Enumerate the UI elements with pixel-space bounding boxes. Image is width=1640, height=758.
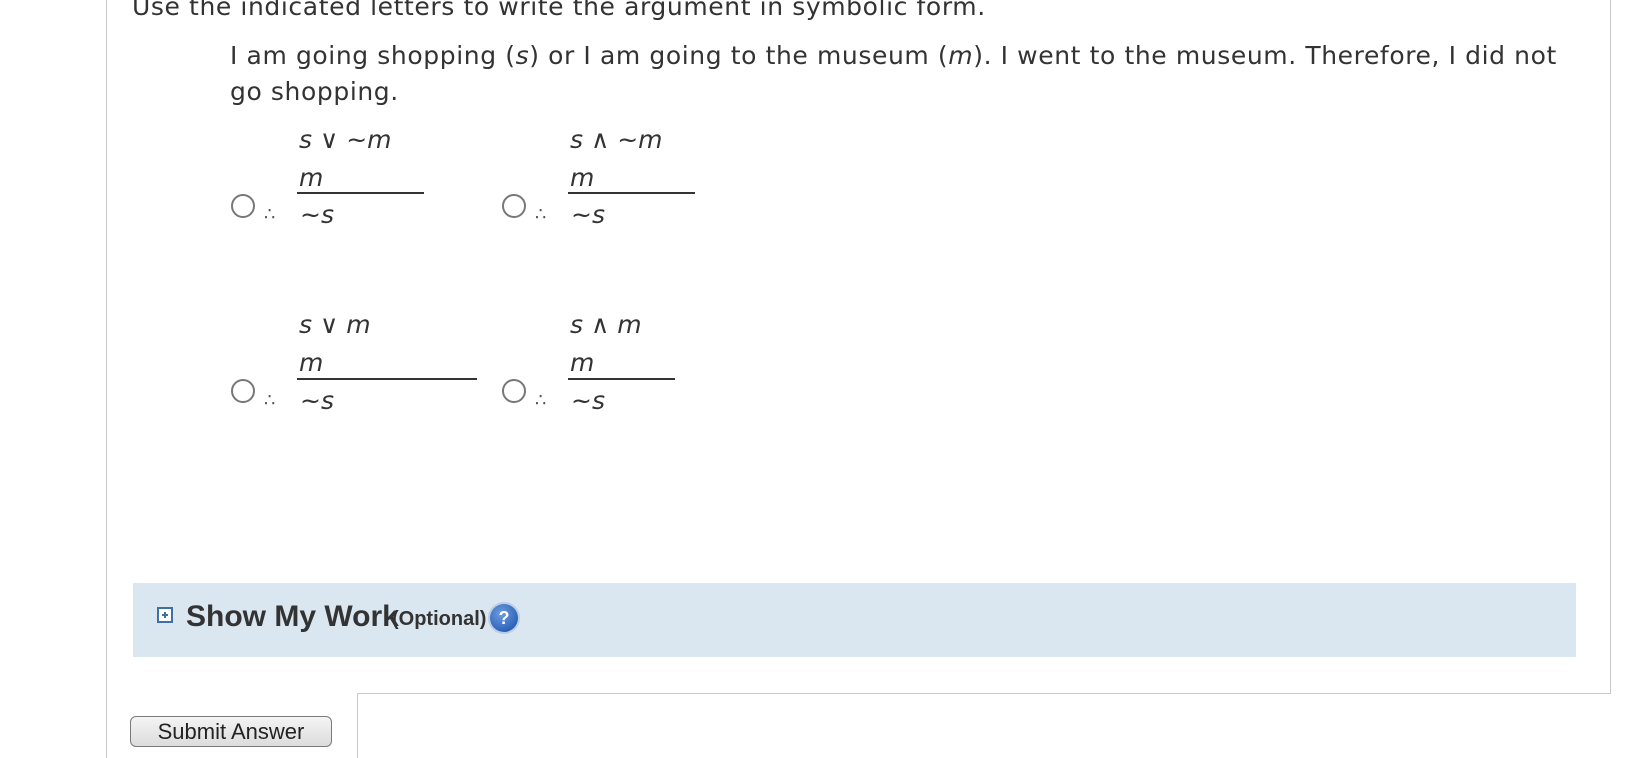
question-prompt: I am going shopping (s) or I am going to… — [230, 38, 1590, 110]
conclusion: ~s — [571, 200, 605, 229]
variable-m: m — [948, 41, 974, 70]
conclusion: ~s — [300, 200, 334, 229]
therefore-symbol: ∴ — [264, 204, 276, 225]
panel-border-bottom — [357, 693, 1611, 694]
optional-label: (Optional) — [392, 608, 487, 630]
premise-1: s ∧ ~m — [570, 125, 663, 154]
premise-2: m — [570, 348, 595, 377]
prompt-part-2: ) or I am going to the museum ( — [529, 41, 949, 70]
premise-1: s ∧ m — [570, 310, 642, 339]
panel-border-corner — [357, 693, 358, 758]
premise-2: m — [570, 163, 595, 192]
conclusion: ~s — [300, 386, 334, 415]
radio-option-b[interactable] — [502, 194, 526, 218]
radio-option-d[interactable] — [502, 379, 526, 403]
panel-border-left — [106, 0, 107, 758]
argument-rule — [297, 378, 477, 380]
prompt-part-1: I am going shopping ( — [230, 41, 516, 70]
conclusion: ~s — [571, 386, 605, 415]
assignment-page: Use the indicated letters to write the a… — [0, 0, 1640, 758]
show-my-work-title[interactable]: Show My Work — [186, 600, 399, 634]
radio-option-a[interactable] — [231, 194, 255, 218]
premise-1: s ∨ m — [299, 310, 371, 339]
therefore-symbol: ∴ — [535, 204, 547, 225]
panel-border-right — [1610, 0, 1611, 694]
therefore-symbol: ∴ — [264, 390, 276, 411]
submit-answer-button[interactable]: Submit Answer — [130, 716, 332, 747]
argument-rule — [568, 378, 675, 380]
premise-2: m — [299, 348, 324, 377]
therefore-symbol: ∴ — [535, 390, 547, 411]
plus-box-icon[interactable] — [157, 607, 173, 623]
question-instruction: Use the indicated letters to write the a… — [132, 0, 986, 21]
premise-2: m — [299, 163, 324, 192]
argument-rule — [568, 192, 695, 194]
premise-1: s ∨ ~m — [299, 125, 392, 154]
variable-s: s — [515, 41, 530, 70]
radio-option-c[interactable] — [231, 379, 255, 403]
argument-rule — [297, 192, 424, 194]
question-circle-icon[interactable]: ? — [490, 604, 518, 632]
